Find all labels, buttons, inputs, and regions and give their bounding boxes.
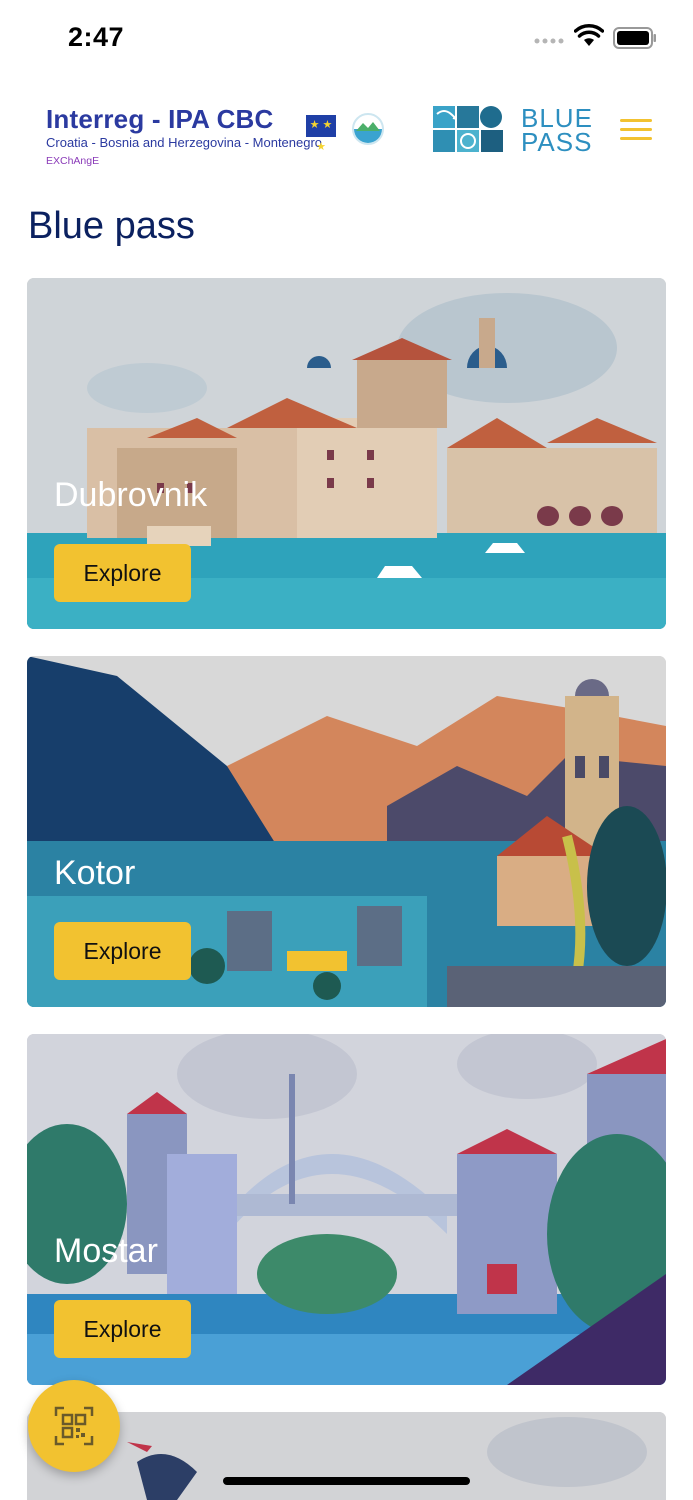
page-title: Blue pass xyxy=(28,205,195,247)
wifi-icon xyxy=(574,24,604,46)
interreg-logo: Interreg - IPA CBC Croatia - Bosnia and … xyxy=(46,104,384,167)
program-seal-icon xyxy=(352,113,384,145)
explore-button[interactable]: Explore xyxy=(54,1300,191,1358)
partial-city-illustration xyxy=(27,1412,666,1500)
bluepass-logo: BLUE PASS xyxy=(433,103,593,157)
battery-icon xyxy=(613,27,656,49)
explore-button[interactable]: Explore xyxy=(54,922,191,980)
home-indicator[interactable] xyxy=(223,1477,470,1485)
explore-button[interactable]: Explore xyxy=(54,544,191,602)
city-name: Kotor xyxy=(54,854,136,892)
cellular-signal-icon xyxy=(534,38,564,44)
status-time: 2:47 xyxy=(68,22,125,52)
status-bar: 2:47 xyxy=(0,0,693,76)
eu-flag-icon: ★ ★ ★ xyxy=(306,115,336,153)
app-header: Interreg - IPA CBC Croatia - Bosnia and … xyxy=(0,96,693,176)
bluepass-logo-text: BLUE PASS xyxy=(521,103,593,157)
qr-scan-button[interactable] xyxy=(28,1380,120,1472)
city-card-dubrovnik[interactable]: Dubrovnik Explore xyxy=(27,278,666,629)
city-card-mostar[interactable]: Mostar Explore xyxy=(27,1034,666,1385)
hamburger-menu-icon[interactable] xyxy=(620,119,652,143)
city-card-partial[interactable] xyxy=(27,1412,666,1500)
qr-code-icon xyxy=(54,1406,94,1446)
interreg-title: Interreg - IPA CBC xyxy=(46,104,274,134)
city-card-kotor[interactable]: Kotor Explore xyxy=(27,656,666,1007)
city-name: Mostar xyxy=(54,1232,158,1270)
city-name: Dubrovnik xyxy=(54,476,208,514)
interreg-tag: EXChAngE xyxy=(46,155,100,167)
bluepass-emblem-icon xyxy=(433,106,503,152)
interreg-subtitle: Croatia - Bosnia and Herzegovina - Monte… xyxy=(46,135,323,150)
